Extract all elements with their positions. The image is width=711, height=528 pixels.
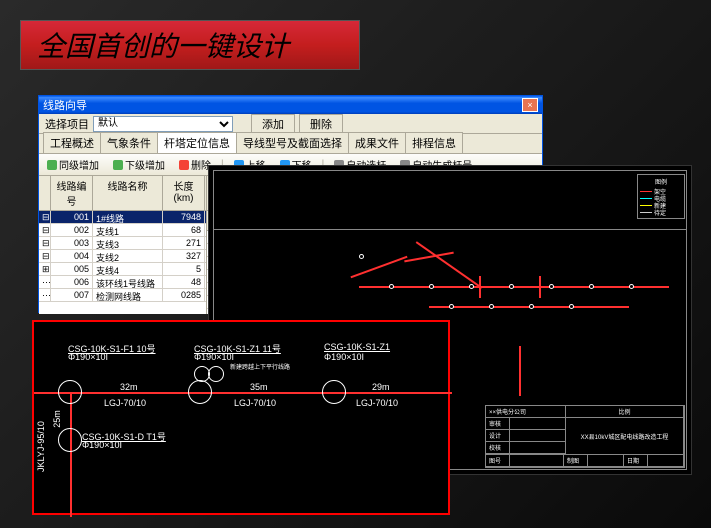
zoom-detail: CSG-10K-S1-F1 10号 Φ190×10I CSG-10K-S1-Z1… [32, 320, 450, 515]
tab-results[interactable]: 成果文件 [348, 132, 406, 153]
table-row[interactable]: ⋯007检测网线路0285 [39, 289, 206, 302]
tree-toggle-icon[interactable]: ⊟ [39, 237, 51, 249]
tree-toggle-icon[interactable]: ⊟ [39, 250, 51, 262]
child-add-button[interactable]: 下级增加 [109, 155, 169, 174]
tree-toggle-icon[interactable]: ⋯ [39, 289, 51, 301]
table-row[interactable]: ⊟004支线2327 [39, 250, 206, 263]
title-banner: 全国首创的一键设计 [20, 20, 360, 70]
option-row: 选择项目 默认 添加 删除 [39, 114, 542, 134]
tree-toggle-icon[interactable]: ⊟ [39, 211, 51, 223]
add-button[interactable]: 添加 [251, 114, 295, 134]
window-title: 线路向导 [43, 97, 522, 113]
project-select[interactable]: 默认 [93, 116, 233, 132]
routes-grid[interactable]: 线路编号 线路名称 长度(km) ⊟0011#线路7948⊟002支线168⊟0… [39, 176, 207, 314]
title-text: 全国首创的一键设计 [37, 25, 289, 65]
tab-bar: 工程概述 气象条件 杆塔定位信息 导线型号及截面选择 成果文件 排程信息 [39, 134, 542, 154]
delete-button[interactable]: 删除 [299, 114, 343, 134]
tab-weather[interactable]: 气象条件 [100, 132, 158, 153]
minus-icon [179, 160, 189, 170]
col-length: 长度(km) [163, 176, 205, 210]
close-icon[interactable]: × [522, 98, 538, 112]
title-block: ××供电分公司比例 审核 设计 校核 XX县10kV城区配电线路改造工程 图号 … [485, 405, 685, 468]
plus-icon [113, 160, 123, 170]
col-route-id: 线路编号 [51, 176, 93, 210]
tab-tower-pos[interactable]: 杆塔定位信息 [157, 132, 237, 153]
tab-overview[interactable]: 工程概述 [43, 132, 101, 153]
tab-schedule[interactable]: 排程信息 [405, 132, 463, 153]
plus-icon [47, 160, 57, 170]
titlebar: 线路向导 × [39, 96, 542, 114]
sibling-add-button[interactable]: 同级增加 [43, 155, 103, 174]
col-route-name: 线路名称 [93, 176, 163, 210]
legend: 图例 架空 电缆 新建 待定 [637, 174, 685, 219]
table-row[interactable]: ⋯006该环线1号线路48 [39, 276, 206, 289]
tree-toggle-icon[interactable]: ⊞ [39, 263, 51, 275]
table-row[interactable]: ⊟002支线168 [39, 224, 206, 237]
project-label: 选择项目 [45, 116, 89, 132]
tree-toggle-icon[interactable]: ⊟ [39, 224, 51, 236]
table-row[interactable]: ⊟003支线3271 [39, 237, 206, 250]
tab-wire-type[interactable]: 导线型号及截面选择 [236, 132, 349, 153]
tree-toggle-icon[interactable]: ⋯ [39, 276, 51, 288]
table-row[interactable]: ⊟0011#线路7948 [39, 211, 206, 224]
table-row[interactable]: ⊞005支线45 [39, 263, 206, 276]
